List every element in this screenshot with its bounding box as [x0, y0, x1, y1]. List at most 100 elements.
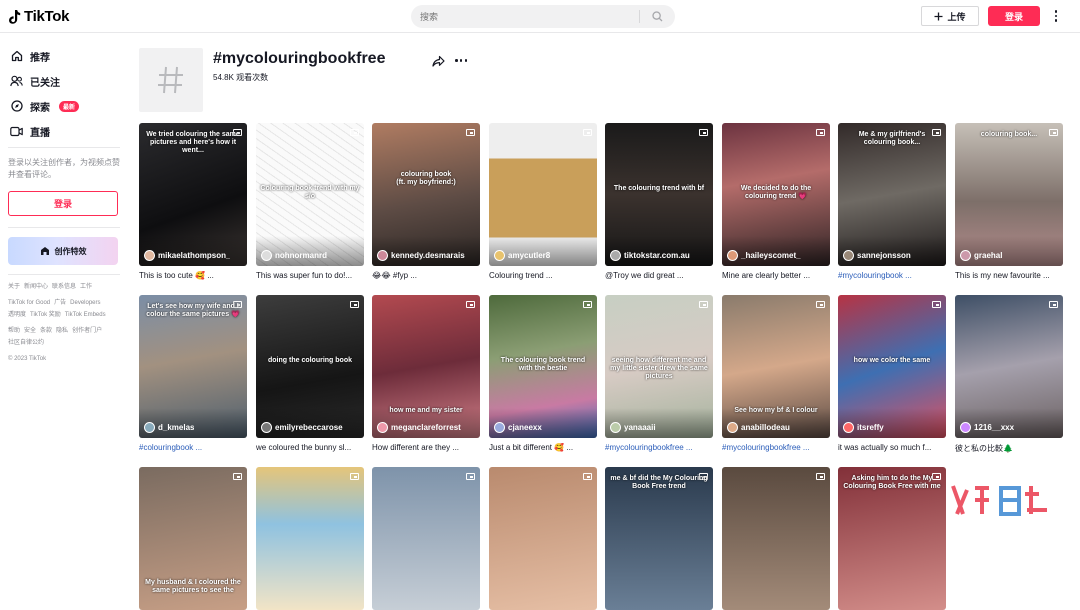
video-thumbnail[interactable]: The colouring book trend with the bestie…: [489, 295, 597, 438]
video-caption[interactable]: This is too cute 🥰 ...: [139, 271, 247, 282]
video-author[interactable]: d_kmelas: [144, 422, 194, 433]
video-caption[interactable]: we coloured the bunny sl...: [256, 443, 364, 454]
video-thumbnail[interactable]: me & bf did the My Colouring Book Free t…: [605, 467, 713, 610]
video-thumbnail[interactable]: doing the colouring book emilyrebeccarose: [256, 295, 364, 438]
video-thumbnail[interactable]: Me & my girlfriend's colouring book... sa…: [838, 123, 946, 266]
share-icon[interactable]: [432, 55, 445, 68]
video-author[interactable]: _haileyscomet_: [727, 250, 801, 261]
video-caption[interactable]: How different are they ...: [372, 443, 480, 454]
video-card[interactable]: My husband & I coloured the same picture…: [139, 467, 247, 610]
video-thumbnail[interactable]: colouring book... graehal: [955, 123, 1063, 266]
video-author[interactable]: 1216__xxx: [960, 422, 1014, 433]
video-thumbnail[interactable]: [489, 467, 597, 610]
picture-in-picture-icon[interactable]: [583, 473, 592, 480]
picture-in-picture-icon[interactable]: [466, 129, 475, 136]
footer-link[interactable]: TikTok 奖励: [30, 312, 61, 318]
video-card[interactable]: See how my bf & I colouranabillodeau #myc…: [722, 295, 830, 454]
video-thumbnail[interactable]: Colouring book trend with my s/o nohnorma…: [256, 123, 364, 266]
footer-link[interactable]: 帮助: [8, 328, 20, 334]
picture-in-picture-icon[interactable]: [583, 301, 592, 308]
video-thumbnail[interactable]: 1216__xxx: [955, 295, 1063, 438]
footer-link[interactable]: 创作者门户: [72, 328, 102, 334]
footer-link[interactable]: 新闻中心: [24, 284, 48, 290]
video-author[interactable]: itsreffy: [843, 422, 884, 433]
footer-link[interactable]: 广告: [54, 300, 66, 306]
search-input[interactable]: [411, 11, 639, 22]
video-author[interactable]: yanaaaii: [610, 422, 656, 433]
video-card[interactable]: [256, 467, 364, 610]
video-card[interactable]: amycutler8 Colouring trend ...: [489, 123, 597, 282]
video-card[interactable]: We tried colouring the same pictures and…: [139, 123, 247, 282]
video-caption[interactable]: 彼と私の比較🌲: [955, 443, 1063, 454]
video-card[interactable]: how me and my sistermeganclareforrest How…: [372, 295, 480, 454]
picture-in-picture-icon[interactable]: [350, 473, 359, 480]
video-card[interactable]: 1216__xxx 彼と私の比較🌲: [955, 295, 1063, 454]
video-card[interactable]: colouring book (ft. my boyfriend:) kenned…: [372, 123, 480, 282]
video-card[interactable]: [372, 467, 480, 610]
picture-in-picture-icon[interactable]: [816, 473, 825, 480]
video-card[interactable]: doing the colouring book emilyrebeccarose…: [256, 295, 364, 454]
login-button[interactable]: 登录: [988, 6, 1040, 26]
video-caption[interactable]: 😂😂 #fyp ...: [372, 271, 480, 282]
video-thumbnail[interactable]: [722, 467, 830, 610]
video-thumbnail[interactable]: amycutler8: [489, 123, 597, 266]
video-author[interactable]: graehal: [960, 250, 1002, 261]
video-author[interactable]: anabillodeau: [727, 422, 790, 433]
upload-button[interactable]: 上传: [921, 6, 979, 26]
video-card[interactable]: The colouring trend with bf tiktokstar.co…: [605, 123, 713, 282]
picture-in-picture-icon[interactable]: [932, 301, 941, 308]
footer-link[interactable]: 条款: [40, 328, 52, 334]
footer-link[interactable]: 社区自律公约: [8, 340, 44, 346]
video-caption[interactable]: @Troy we did great ...: [605, 271, 713, 282]
video-caption[interactable]: #mycolouringbookfree ...: [722, 443, 830, 454]
more-menu-icon[interactable]: [1050, 8, 1062, 24]
picture-in-picture-icon[interactable]: [466, 473, 475, 480]
video-author[interactable]: tiktokstar.com.au: [610, 250, 690, 261]
picture-in-picture-icon[interactable]: [350, 129, 359, 136]
video-card[interactable]: seeing how different me and my little si…: [605, 295, 713, 454]
video-card[interactable]: Me & my girlfriend's colouring book... sa…: [838, 123, 946, 282]
picture-in-picture-icon[interactable]: [466, 301, 475, 308]
video-card[interactable]: [489, 467, 597, 610]
video-thumbnail[interactable]: We tried colouring the same pictures and…: [139, 123, 247, 266]
video-caption[interactable]: #mycolouringbook ...: [838, 271, 946, 282]
video-author[interactable]: sannejonsson: [843, 250, 911, 261]
video-caption[interactable]: Mine are clearly better ...: [722, 271, 830, 282]
video-thumbnail[interactable]: See how my bf & I colouranabillodeau: [722, 295, 830, 438]
sidebar-login-button[interactable]: 登录: [8, 191, 118, 216]
video-thumbnail[interactable]: My husband & I coloured the same picture…: [139, 467, 247, 610]
more-options-icon[interactable]: [455, 59, 467, 63]
search-button[interactable]: [640, 5, 674, 28]
video-card[interactable]: me & bf did the My Colouring Book Free t…: [605, 467, 713, 610]
picture-in-picture-icon[interactable]: [350, 301, 359, 308]
video-thumbnail[interactable]: how me and my sistermeganclareforrest: [372, 295, 480, 438]
picture-in-picture-icon[interactable]: [233, 473, 242, 480]
picture-in-picture-icon[interactable]: [699, 301, 708, 308]
video-author[interactable]: cjaneexx: [494, 422, 542, 433]
video-thumbnail[interactable]: Asking him to do the My Colouring Book F…: [838, 467, 946, 610]
create-effects-banner[interactable]: 创作特效: [8, 237, 118, 265]
video-thumbnail[interactable]: colouring book (ft. my boyfriend:) kenned…: [372, 123, 480, 266]
footer-link[interactable]: 联系信息: [52, 284, 76, 290]
video-caption[interactable]: Colouring trend ...: [489, 271, 597, 282]
footer-link[interactable]: TikTok Embeds: [65, 312, 106, 318]
footer-link[interactable]: Developers: [70, 300, 100, 306]
footer-link[interactable]: 关于: [8, 284, 20, 290]
video-author[interactable]: meganclareforrest: [377, 422, 461, 433]
video-author[interactable]: emilyrebeccarose: [261, 422, 343, 433]
video-card[interactable]: Colouring book trend with my s/o nohnorma…: [256, 123, 364, 282]
video-caption[interactable]: it was actually so much f...: [838, 443, 946, 454]
video-thumbnail[interactable]: seeing how different me and my little si…: [605, 295, 713, 438]
video-author[interactable]: kennedy.desmarais: [377, 250, 465, 261]
video-card[interactable]: [722, 467, 830, 610]
picture-in-picture-icon[interactable]: [699, 129, 708, 136]
video-thumbnail[interactable]: [372, 467, 480, 610]
video-card[interactable]: Let's see how my wife and I colour the s…: [139, 295, 247, 454]
video-author[interactable]: nohnormanrd: [261, 250, 327, 261]
video-card[interactable]: colouring book... graehal This is my new f…: [955, 123, 1063, 282]
video-card[interactable]: how we color the same itsreffy it was actu…: [838, 295, 946, 454]
picture-in-picture-icon[interactable]: [816, 301, 825, 308]
video-thumbnail[interactable]: how we color the same itsreffy: [838, 295, 946, 438]
sidebar-item-live[interactable]: 直播: [10, 123, 50, 139]
footer-link[interactable]: 隐私: [56, 328, 68, 334]
